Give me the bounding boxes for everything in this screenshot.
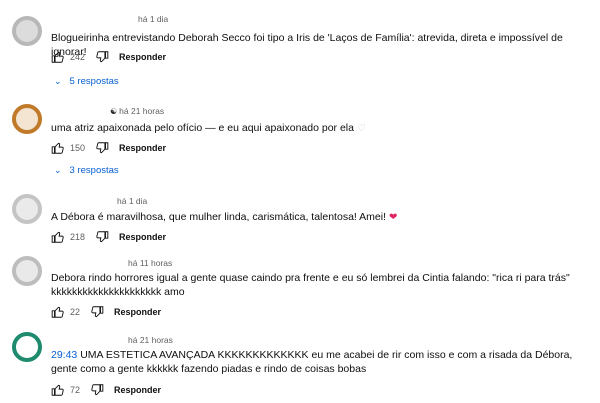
comment-time[interactable]: ☯ há 21 horas	[110, 106, 164, 116]
reply-button[interactable]: Responder	[114, 307, 161, 317]
avatar[interactable]	[12, 332, 42, 362]
chevron-down-icon: ⌄	[54, 76, 62, 86]
show-replies-button[interactable]: ⌄ 5 respostas	[54, 76, 119, 87]
thumbs-down-icon[interactable]	[90, 383, 104, 397]
thumbs-up-icon[interactable]	[51, 230, 65, 244]
comment-actions: 22 Responder	[51, 304, 161, 320]
comment-time[interactable]: há 21 horas	[128, 335, 173, 345]
comment-actions: 72 Responder	[51, 382, 161, 398]
replies-count: 3 respostas	[69, 165, 119, 176]
comment-actions: 150 Responder	[51, 140, 166, 156]
like-count: 218	[70, 232, 86, 242]
reply-button[interactable]: Responder	[119, 52, 166, 62]
video-timestamp-link[interactable]: 29:43	[51, 349, 77, 361]
thumbs-up-icon[interactable]	[51, 383, 65, 397]
avatar[interactable]	[12, 256, 42, 286]
reply-button[interactable]: Responder	[114, 385, 161, 395]
comment-actions: 218 Responder	[51, 229, 166, 245]
comment-text: A Débora é maravilhosa, que mulher linda…	[51, 211, 398, 223]
comment-text-line: Debora rindo horrores igual a gente quas…	[51, 272, 570, 284]
like-count: 22	[70, 307, 81, 317]
comment-time[interactable]: há 11 horas	[128, 258, 172, 268]
comment-actions: 242 Responder	[51, 49, 166, 65]
chevron-down-icon: ⌄	[54, 165, 62, 175]
thumbs-up-icon[interactable]	[51, 141, 65, 155]
thumbs-up-icon[interactable]	[51, 305, 65, 319]
replies-count: 5 respostas	[69, 76, 119, 87]
comment-time[interactable]: há 1 dia	[117, 196, 147, 206]
avatar[interactable]	[12, 194, 42, 224]
comment-text: 29:43 UMA ESTETICA AVANÇADA KKKKKKKKKKKK…	[51, 349, 573, 375]
avatar[interactable]	[12, 16, 42, 46]
comment-time[interactable]: há 1 dia	[138, 14, 168, 24]
comment-text: uma atriz apaixonada pelo ofício — e eu …	[51, 122, 366, 134]
avatar[interactable]	[12, 104, 42, 134]
thumbs-down-icon[interactable]	[95, 50, 109, 64]
thumbs-down-icon[interactable]	[95, 141, 109, 155]
comment-text: Debora rindo horrores igual a gente quas…	[51, 271, 592, 299]
like-count: 242	[70, 52, 86, 62]
thumbs-up-icon[interactable]	[51, 50, 65, 64]
heart-emoji: ❤	[388, 212, 398, 223]
comment-text-line: kkkkkkkkkkkkkkkkkkkkk amo	[51, 286, 185, 298]
reply-button[interactable]: Responder	[119, 143, 166, 153]
thumbs-down-icon[interactable]	[95, 230, 109, 244]
yin-yang-icon: ☯	[110, 107, 118, 116]
reply-button[interactable]: Responder	[119, 232, 166, 242]
like-count: 150	[70, 143, 86, 153]
like-count: 72	[70, 385, 81, 395]
show-replies-button[interactable]: ⌄ 3 respostas	[54, 165, 119, 176]
thumbs-down-icon[interactable]	[90, 305, 104, 319]
heart-emoji: ♡	[356, 123, 366, 134]
